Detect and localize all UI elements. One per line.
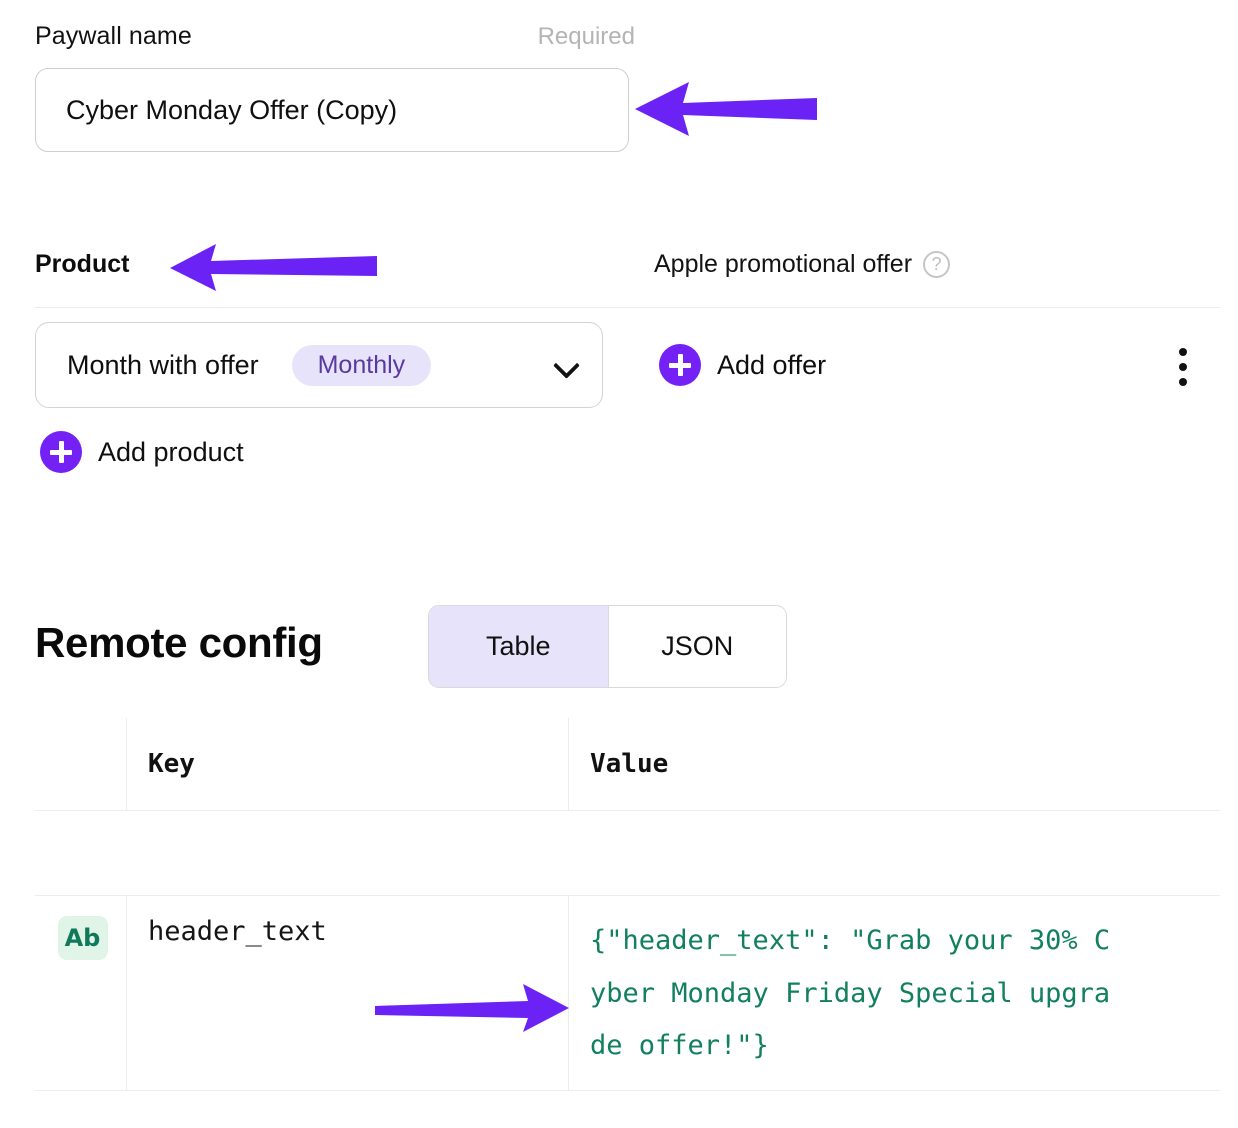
paywall-name-label-row: Paywall name Required [35, 22, 635, 56]
tab-json[interactable]: JSON [607, 606, 786, 687]
table-divider [35, 1090, 1220, 1091]
add-product-label: Add product [98, 436, 244, 467]
paywall-name-input[interactable] [35, 68, 629, 152]
remote-config-title: Remote config [35, 619, 323, 666]
product-period-chip: Monthly [291, 344, 432, 386]
add-offer-label: Add offer [717, 349, 827, 380]
column-header-key: Key [148, 749, 195, 779]
paywall-name-label: Paywall name [35, 22, 192, 50]
tab-table[interactable]: Table [429, 606, 608, 687]
table-header-icon-cell [35, 718, 126, 810]
product-select[interactable]: Month with offer Monthly [35, 322, 603, 408]
row-value-text: {"header_text": "Grab your 30% Cyber Mon… [590, 925, 1111, 1062]
table-row[interactable]: Ab header_text {"header_text": "Grab you… [35, 896, 1220, 1090]
arrow-to-paywall-name-input [635, 82, 817, 136]
product-section-divider [35, 307, 1220, 308]
remote-config-table: Key Value Add row Ab header_text {"heade… [35, 718, 1220, 1091]
question-mark-circle-icon[interactable]: ? [923, 251, 951, 278]
chevron-down-icon[interactable] [554, 352, 580, 378]
kebab-dot [1179, 378, 1187, 386]
table-header-row: Key Value [35, 718, 1220, 810]
row-type-cell: Ab [35, 896, 126, 1090]
add-offer-button[interactable]: Add offer [659, 344, 826, 386]
more-vertical-icon[interactable] [1170, 346, 1196, 388]
apple-promotional-offer-text: Apple promotional offer [654, 250, 913, 278]
kebab-dot [1179, 348, 1187, 356]
paywall-name-required-hint: Required [537, 23, 635, 50]
row-value-cell[interactable]: {"header_text": "Grab your 30% Cyber Mon… [568, 896, 1220, 1090]
add-product-button[interactable]: Add product [40, 431, 244, 473]
row-key-cell[interactable]: header_text [126, 896, 568, 1090]
plus-circle-icon [40, 431, 82, 473]
kebab-dot [1179, 363, 1187, 371]
add-row-band: Add row [35, 811, 1220, 895]
column-header-value: Value [590, 749, 669, 779]
table-header-key-cell: Key [126, 718, 568, 810]
plus-circle-icon [659, 344, 701, 386]
arrow-to-product-label [170, 244, 377, 291]
product-select-value: Month with offer [67, 349, 259, 380]
apple-promotional-offer-label: Apple promotional offer ? [654, 250, 951, 279]
table-header-value-cell: Value [568, 718, 1220, 810]
remote-config-view-toggle: Table JSON [428, 605, 787, 688]
row-key-text: header_text [148, 916, 327, 947]
text-type-badge: Ab [57, 916, 108, 960]
product-section-title: Product [35, 250, 130, 278]
paywall-editor-page: Paywall name Required Product Apple prom… [0, 0, 1238, 1128]
